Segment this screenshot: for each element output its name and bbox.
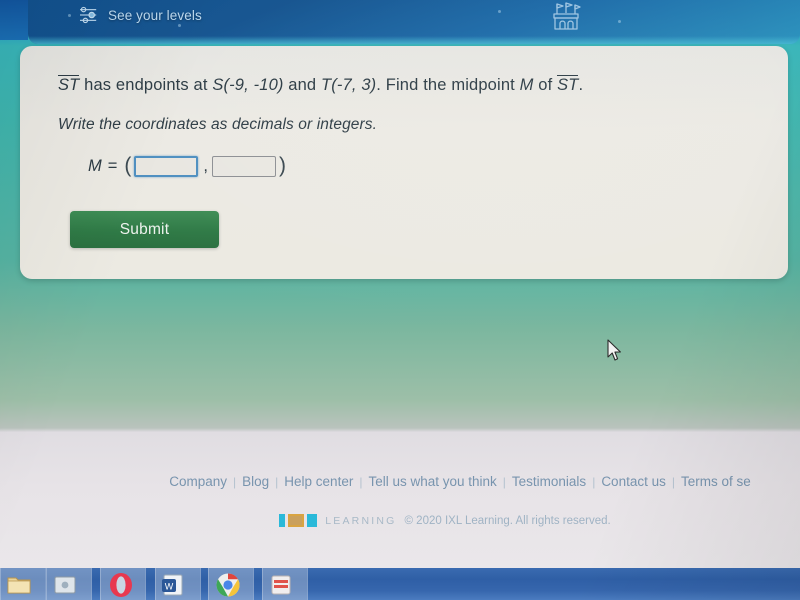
see-your-levels-label: See your levels [108,7,202,23]
site-header: See your levels [28,0,800,44]
taskbar: W [0,568,800,600]
equals-sign: = [107,156,118,175]
submit-button[interactable]: Submit [70,211,219,248]
question-text-and: and [288,76,317,94]
footer-separator: | [275,475,279,489]
screen-photo: See your levels ST has endpoints at S(-9… [0,0,800,600]
ixl-logo [279,514,318,527]
site-footer: Company | Blog | Help center | Tell us what yo… [0,432,800,568]
footer-links: Company | Blog | Help center | Tell us what yo… [0,474,800,489]
question-text-of: of [538,76,553,94]
footer-separator: | [233,475,237,489]
footer-separator: | [592,475,596,489]
answer-m-label: M [88,156,102,175]
star-decoration [618,20,621,23]
page-left-edge [0,0,28,40]
midpoint-variable-label: M [519,76,534,94]
point-s-label: S(-9, -10) [212,76,284,94]
chrome-browser-icon[interactable] [215,572,241,598]
answer-row: M = ( , ) [88,154,286,178]
svg-text:W: W [165,582,174,592]
file-explorer-icon[interactable] [6,572,32,598]
footer-link-company[interactable]: Company [168,474,228,489]
question-card: ST has endpoints at S(-9, -10) and T(-7,… [20,46,788,279]
footer-link-blog[interactable]: Blog [241,474,270,489]
copyright-text: © 2020 IXL Learning. All rights reserved… [404,514,611,527]
opera-browser-icon[interactable] [108,572,134,598]
star-decoration [68,14,71,17]
star-decoration [178,24,181,27]
point-t-label: T(-7, 3) [321,76,377,94]
footer-link-contact-us[interactable]: Contact us [600,474,667,489]
footer-separator: | [359,475,363,489]
ixl-logo-l [307,514,318,527]
question-text-part2: . Find the midpoint [376,76,515,94]
footer-link-help-center[interactable]: Help center [283,474,354,489]
question-instruction: Write the coordinates as decimals or int… [58,116,378,133]
question-period: . [578,76,584,94]
segment-st2-label: ST [557,75,579,94]
ixl-logo-i [279,514,286,527]
pdf-app-icon[interactable] [268,572,294,598]
footer-link-testimonials[interactable]: Testimonials [511,474,587,489]
open-paren: ( [124,154,132,177]
footer-separator: | [671,475,675,489]
ixl-learning-wordmark: LEARNING [325,514,397,527]
x-coordinate-input[interactable] [134,155,199,177]
ixl-logo-x [288,514,305,527]
castle-icon[interactable] [549,2,583,34]
segment-st-label: ST [58,75,80,94]
word-document-icon[interactable]: W [160,572,186,598]
footer-separator: | [502,475,506,489]
question-text-part1: has endpoints at [84,76,208,94]
window-app-icon[interactable] [52,572,78,598]
see-your-levels-link[interactable]: See your levels [78,6,202,24]
y-coordinate-input[interactable] [211,155,276,177]
star-decoration [498,10,501,13]
footer-copyright-row: LEARNING © 2020 IXL Learning. All rights… [0,514,800,527]
coordinate-comma: , [203,156,208,175]
close-paren: ) [278,154,286,177]
footer-link-terms-of-service[interactable]: Terms of se [680,474,752,489]
footer-link-tell-us-what-you-think[interactable]: Tell us what you think [367,474,497,489]
sliders-icon [80,6,97,24]
question-text: ST has endpoints at S(-9, -10) and T(-7,… [58,75,584,95]
